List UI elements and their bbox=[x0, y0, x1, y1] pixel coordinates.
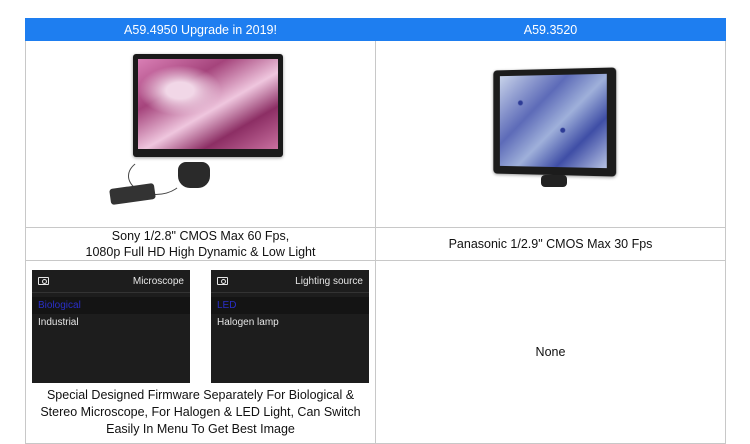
firmware-description: Special Designed Firmware Separately For… bbox=[26, 387, 375, 438]
lighting-menu-bar: Lighting source bbox=[211, 270, 369, 293]
firmware-desc-line1: Special Designed Firmware Separately For… bbox=[46, 388, 355, 402]
microscope-menu: Microscope Biological Industrial bbox=[32, 270, 190, 383]
camera-body-graphic bbox=[177, 162, 210, 188]
comparison-table: A59.4950 Upgrade in 2019! A59.3520 Sony … bbox=[25, 18, 726, 444]
lighting-menu-title: Lighting source bbox=[295, 275, 363, 287]
camera-icon bbox=[217, 277, 228, 285]
firmware-desc-line3: Easily In Menu To Get Best Image bbox=[106, 422, 295, 436]
firmware-row: Microscope Biological Industrial Lightin… bbox=[25, 260, 726, 444]
monitor-graphic bbox=[132, 54, 283, 157]
header-a593520: A59.3520 bbox=[375, 18, 726, 41]
tablet-monitor-graphic bbox=[492, 67, 616, 177]
menu-option-led: LED bbox=[211, 297, 369, 314]
camera-icon bbox=[38, 277, 49, 285]
header-a594950: A59.4950 Upgrade in 2019! bbox=[25, 18, 376, 41]
sensor-spec-row: Sony 1/2.8" CMOS Max 60 Fps, 1080p Full … bbox=[25, 227, 726, 261]
firmware-a593520: None bbox=[375, 260, 726, 444]
firmware-a594950: Microscope Biological Industrial Lightin… bbox=[25, 260, 376, 444]
menu-option-biological: Biological bbox=[32, 297, 190, 314]
spec-a594950-line1: Sony 1/2.8" CMOS Max 60 Fps, bbox=[111, 229, 290, 243]
microscope-menu-title: Microscope bbox=[132, 275, 184, 287]
spec-a594950-line2: 1080p Full HD High Dynamic & Low Light bbox=[85, 245, 316, 259]
product-image-a593520-cell bbox=[375, 40, 726, 228]
firmware-menus: Microscope Biological Industrial Lightin… bbox=[26, 266, 375, 383]
lighting-menu: Lighting source LED Halogen lamp bbox=[211, 270, 369, 383]
product-image-a593520 bbox=[481, 67, 621, 199]
firmware-desc-line2: Stereo Microscope, For Halogen & LED Lig… bbox=[40, 405, 361, 419]
spec-a593520: Panasonic 1/2.9" CMOS Max 30 Fps bbox=[375, 227, 726, 261]
menu-option-halogen: Halogen lamp bbox=[217, 317, 279, 328]
cells-screen-image bbox=[499, 73, 607, 169]
microscope-menu-bar: Microscope bbox=[32, 270, 190, 293]
product-image-a594950-cell bbox=[25, 40, 376, 228]
camera-mount-graphic bbox=[540, 175, 567, 187]
header-row: A59.4950 Upgrade in 2019! A59.3520 bbox=[25, 18, 726, 41]
tissue-screen-image bbox=[137, 59, 278, 149]
spec-a594950: Sony 1/2.8" CMOS Max 60 Fps, 1080p Full … bbox=[25, 227, 376, 261]
image-row bbox=[25, 40, 726, 228]
menu-option-industrial: Industrial bbox=[38, 317, 79, 328]
product-image-a594950 bbox=[106, 54, 296, 214]
remote-control-graphic bbox=[108, 182, 156, 206]
